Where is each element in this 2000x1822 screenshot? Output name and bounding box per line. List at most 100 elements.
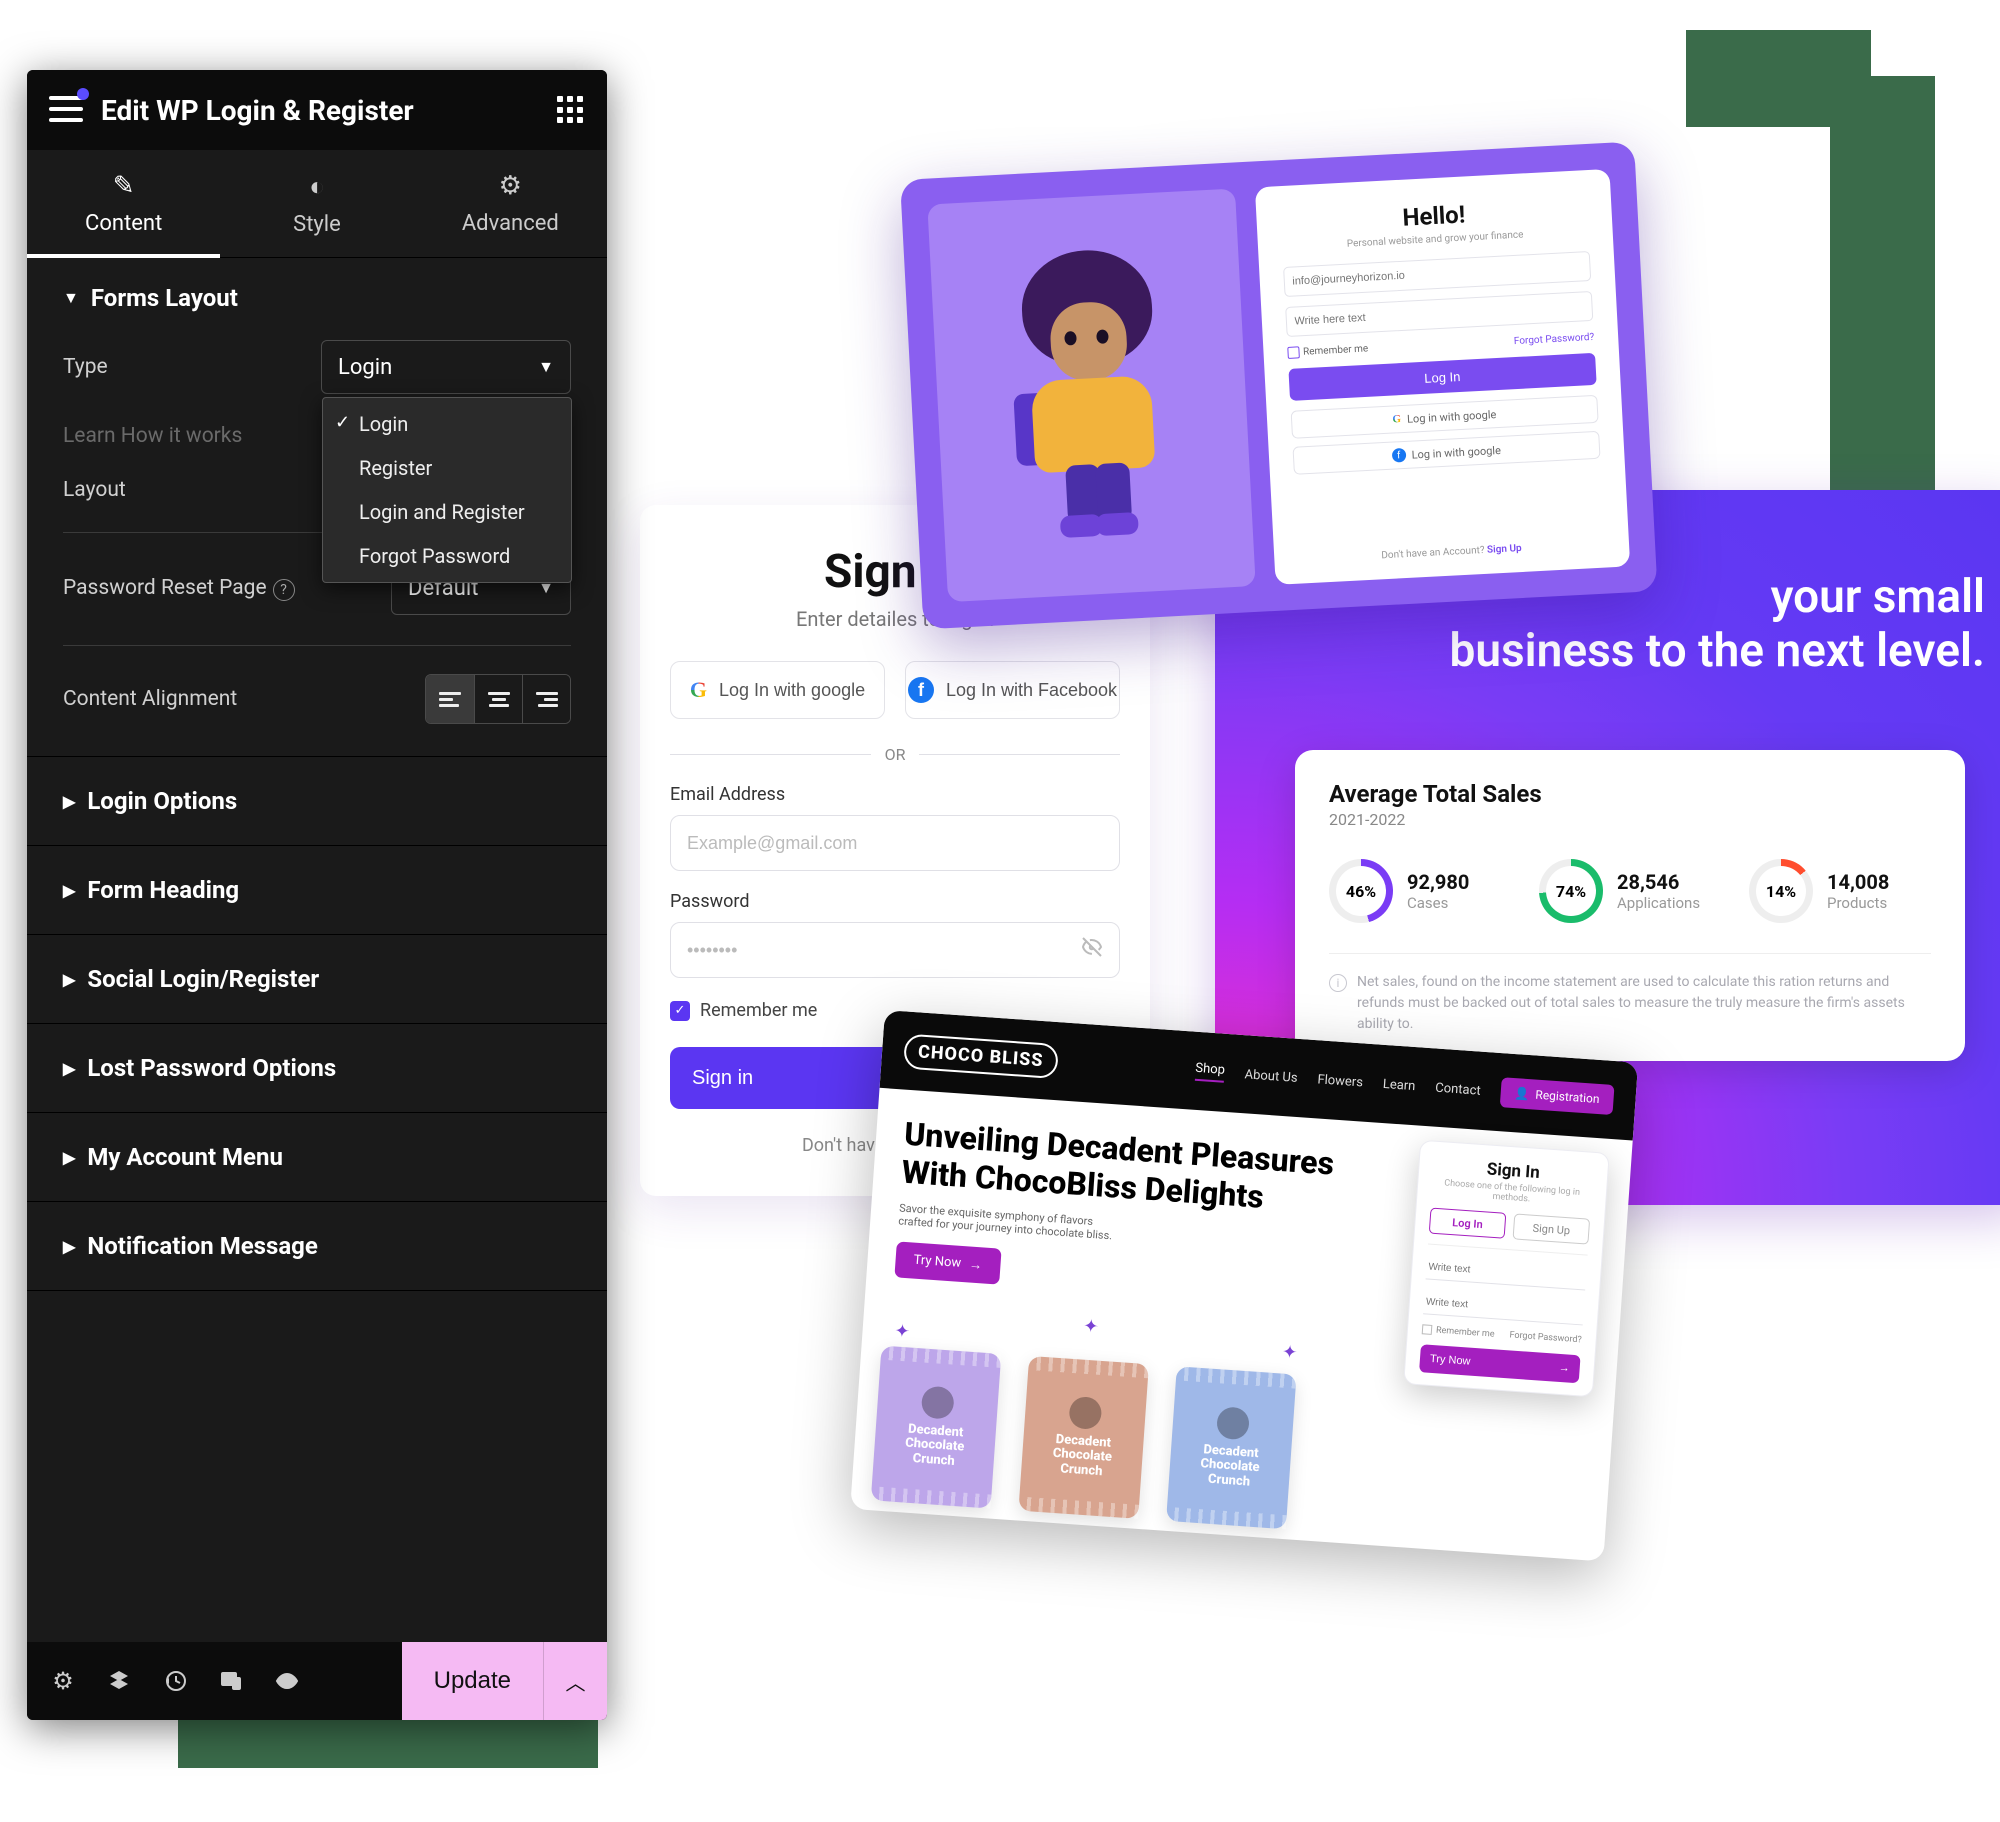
hello-remember[interactable]: Remember me: [1287, 343, 1369, 359]
chevron-up-icon: ︿: [566, 1667, 586, 1696]
choco-signin-popup: Sign In Choose one of the following log …: [1403, 1140, 1610, 1398]
panel-header: Edit WP Login & Register: [27, 70, 607, 150]
caret-right-icon: ▶: [63, 792, 75, 811]
section-lost-password[interactable]: ▶Lost Password Options: [27, 1024, 607, 1113]
sparkle-icon: ✦: [1281, 1342, 1298, 1364]
hello-card: Hello! Personal website and grow your fi…: [900, 142, 1658, 630]
caret-right-icon: ▶: [63, 1059, 75, 1078]
choco-products: Decadent Chocolate Crunch Decadent Choco…: [871, 1346, 1297, 1530]
divider-or: OR: [670, 745, 1120, 764]
chocobliss-card: CHOCO BLISS Shop About Us Flowers Learn …: [850, 1010, 1638, 1561]
choco-logo: CHOCO BLISS: [903, 1033, 1059, 1079]
cs-password-input[interactable]: [1423, 1290, 1584, 1325]
section-notification[interactable]: ▶Notification Message: [27, 1202, 607, 1291]
hello-signup-link[interactable]: Sign Up: [1487, 543, 1522, 556]
contrast-icon: ◐: [309, 171, 325, 202]
dropdown-item-forgot[interactable]: Forgot Password: [323, 534, 571, 578]
label-alignment: Content Alignment: [63, 687, 425, 711]
update-more-button[interactable]: ︿: [543, 1642, 607, 1720]
email-input[interactable]: [670, 815, 1120, 871]
gear-icon: ⚙: [499, 171, 522, 201]
section-social-login[interactable]: ▶Social Login/Register: [27, 935, 607, 1024]
cs-tab-login[interactable]: Log In: [1429, 1208, 1507, 1239]
tab-style[interactable]: ◐Style: [220, 150, 413, 257]
nav-contact[interactable]: Contact: [1435, 1080, 1481, 1098]
caret-down-icon: ▼: [63, 288, 79, 308]
section-header[interactable]: ▼Forms Layout: [63, 284, 571, 312]
hello-facebook-button[interactable]: fLog in with google: [1292, 431, 1601, 475]
caret-right-icon: ▶: [63, 970, 75, 989]
dropdown-item-login-register[interactable]: Login and Register: [323, 490, 571, 534]
label-type: Type: [63, 355, 321, 379]
panel-title: Edit WP Login & Register: [101, 94, 539, 127]
email-label: Email Address: [670, 784, 1120, 805]
cs-try-button[interactable]: Try Now→: [1419, 1345, 1581, 1384]
section-account-menu[interactable]: ▶My Account Menu: [27, 1113, 607, 1202]
cs-remember[interactable]: Remember me: [1422, 1324, 1495, 1339]
eye-off-icon[interactable]: [1080, 935, 1104, 965]
panel-tabs: ✎Content ◐Style ⚙Advanced: [27, 150, 607, 258]
dropdown-item-register[interactable]: Register: [323, 446, 571, 490]
hello-form: Hello! Personal website and grow your fi…: [1254, 169, 1630, 585]
align-right-button[interactable]: [522, 675, 570, 723]
password-input[interactable]: [670, 922, 1120, 978]
choco-try-button[interactable]: Try Now→: [894, 1241, 1001, 1284]
choco-sub: Savor the exquisite symphony of flavors …: [898, 1201, 1129, 1243]
align-center-button[interactable]: [474, 675, 522, 723]
nav-shop[interactable]: Shop: [1195, 1061, 1226, 1083]
hello-email-input[interactable]: [1283, 251, 1592, 297]
responsive-icon[interactable]: [207, 1657, 255, 1705]
dropdown-item-login[interactable]: Login: [323, 402, 571, 446]
hello-password-input[interactable]: [1285, 291, 1594, 337]
menu-icon[interactable]: [49, 96, 83, 124]
password-label: Password: [670, 891, 1120, 912]
nav-flowers[interactable]: Flowers: [1317, 1072, 1363, 1090]
product-packet: Decadent Chocolate Crunch: [1018, 1356, 1149, 1519]
editor-panel: Edit WP Login & Register ✎Content ◐Style…: [27, 70, 607, 1720]
facebook-icon: f: [908, 677, 934, 703]
bg-green-block: [1686, 30, 1871, 127]
tab-advanced[interactable]: ⚙Advanced: [414, 150, 607, 257]
hello-login-button[interactable]: Log In: [1288, 353, 1597, 401]
chevron-down-icon: ▼: [538, 357, 554, 377]
caret-right-icon: ▶: [63, 881, 75, 900]
widgets-grid-icon[interactable]: [557, 96, 585, 124]
user-icon: 👤: [1514, 1086, 1530, 1101]
type-select[interactable]: Login▼ Login Register Login and Register…: [321, 340, 571, 394]
hello-forgot-link[interactable]: Forgot Password?: [1514, 331, 1595, 346]
stats-card: Average Total Sales 2021-2022 46% 92,980…: [1295, 750, 1965, 1061]
stats-title: Average Total Sales: [1329, 780, 1931, 808]
align-left-button[interactable]: [426, 675, 474, 723]
preview-icon[interactable]: [263, 1657, 311, 1705]
nav-about[interactable]: About Us: [1244, 1067, 1298, 1086]
history-icon[interactable]: [151, 1657, 199, 1705]
update-button[interactable]: Update: [402, 1642, 543, 1720]
section-login-options[interactable]: ▶Login Options: [27, 757, 607, 846]
sparkle-icon: ✦: [894, 1320, 911, 1342]
navigator-icon[interactable]: [95, 1657, 143, 1705]
login-google-button[interactable]: GLog In with google: [670, 661, 885, 719]
info-icon: i: [1329, 974, 1347, 992]
type-dropdown: Login Register Login and Register Forgot…: [322, 397, 572, 583]
ring-chart: 74%: [1539, 859, 1603, 923]
section-forms-layout: ▼Forms Layout Type Login▼ Login Register…: [27, 258, 607, 757]
login-facebook-button[interactable]: fLog In with Facebook: [905, 661, 1120, 719]
tab-content[interactable]: ✎Content: [27, 150, 220, 257]
registration-button[interactable]: 👤Registration: [1500, 1077, 1615, 1115]
stats-range: 2021-2022: [1329, 810, 1931, 829]
settings-icon[interactable]: ⚙: [39, 1657, 87, 1705]
ring-chart: 46%: [1329, 859, 1393, 923]
help-icon[interactable]: ?: [273, 579, 295, 601]
alignment-group: [425, 674, 571, 724]
google-icon: G: [690, 677, 707, 703]
caret-right-icon: ▶: [63, 1237, 75, 1256]
stat-item: 74% 28,546Applications: [1539, 859, 1721, 923]
hello-illustration: [927, 189, 1255, 603]
arrow-icon: →: [1558, 1362, 1570, 1375]
hello-footer: Don't have an Account? Sign Up: [1298, 539, 1606, 566]
section-form-heading[interactable]: ▶Form Heading: [27, 846, 607, 935]
nav-learn[interactable]: Learn: [1382, 1076, 1416, 1093]
cs-email-input[interactable]: [1426, 1255, 1587, 1290]
cs-tab-signup[interactable]: Sign Up: [1513, 1213, 1591, 1244]
cs-forgot-link[interactable]: Forgot Password?: [1509, 1331, 1582, 1346]
